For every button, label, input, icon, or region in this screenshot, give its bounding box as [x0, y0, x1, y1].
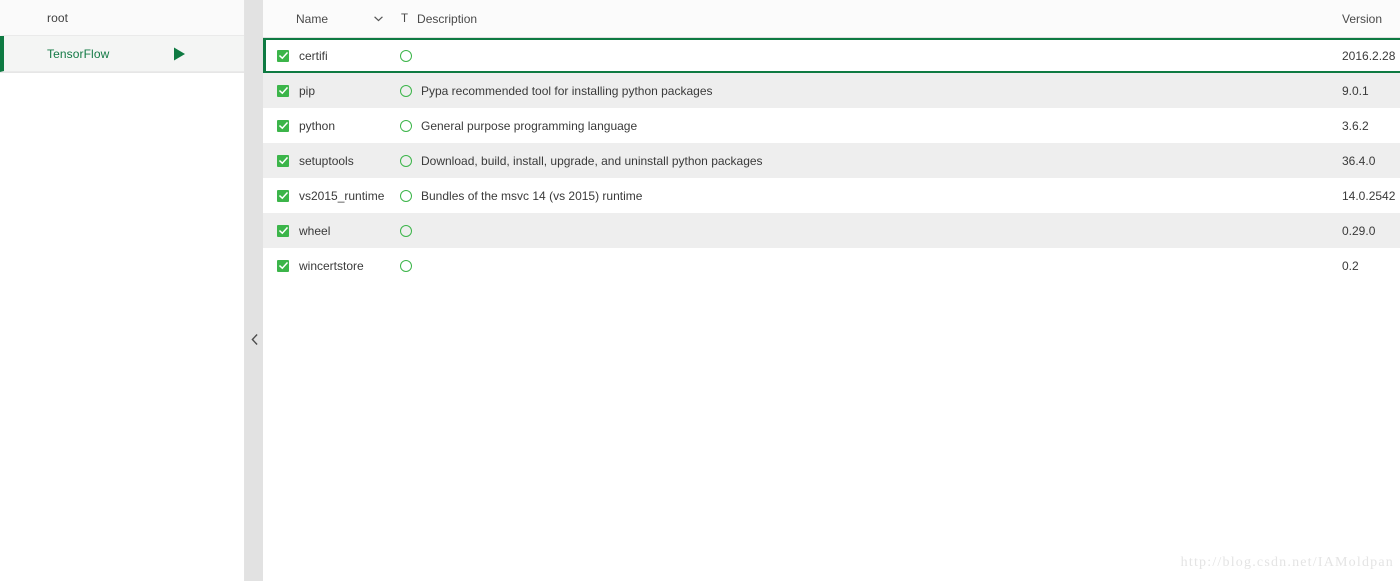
header-row: Name T Description Version — [263, 0, 1400, 38]
package-version-cell: 3.6.2 — [1335, 108, 1400, 143]
package-description-cell: Download, build, install, upgrade, and u… — [392, 143, 1335, 178]
circle-outline-icon[interactable] — [400, 49, 412, 62]
package-version-cell: 9.0.1 — [1335, 73, 1400, 108]
package-version-cell: 0.2 — [1335, 248, 1400, 283]
table-row[interactable]: wincertstore 0.2 — [263, 248, 1400, 283]
checkbox-checked-icon[interactable] — [277, 154, 289, 167]
package-version: 0.29.0 — [1342, 223, 1376, 238]
package-description: Download, build, install, upgrade, and u… — [421, 153, 763, 168]
package-description-cell — [392, 248, 1335, 283]
package-version-cell: 2016.2.28 — [1335, 38, 1400, 74]
table-row[interactable]: vs2015_runtime Bundles of the msvc 14 (vs… — [263, 178, 1400, 213]
package-version-cell: 36.4.0 — [1335, 143, 1400, 178]
package-table-header: Name T Description Version — [263, 0, 1400, 38]
checkbox-checked-icon[interactable] — [277, 189, 289, 202]
checkbox-checked-icon[interactable] — [277, 259, 289, 272]
package-description-cell — [392, 213, 1335, 248]
package-description: Bundles of the msvc 14 (vs 2015) runtime — [421, 188, 643, 203]
play-icon — [170, 9, 188, 27]
environment-list: root TensorFlow — [0, 0, 244, 73]
column-header-description[interactable]: T Description — [392, 0, 1335, 38]
package-name-cell: certifi — [263, 38, 392, 74]
watermark: http://blog.csdn.net/IAMoldpan — [1180, 555, 1394, 570]
circle-outline-icon[interactable] — [400, 119, 412, 132]
package-name-cell: vs2015_runtime — [263, 178, 392, 213]
column-header-name-label: Name — [296, 11, 329, 26]
package-version: 36.4.0 — [1342, 153, 1376, 168]
column-header-name[interactable]: Name — [263, 0, 392, 38]
package-name: vs2015_runtime — [299, 188, 385, 203]
package-name-cell: wincertstore — [263, 248, 392, 283]
circle-outline-icon[interactable] — [400, 259, 412, 272]
package-version: 9.0.1 — [1342, 83, 1369, 98]
sidebar-item-label: root — [47, 10, 69, 25]
table-row[interactable]: certifi 2016.2.28 — [263, 37, 1400, 74]
table-row[interactable]: setuptools Download, build, install, upgr… — [263, 143, 1400, 178]
checkbox-checked-icon[interactable] — [277, 84, 289, 97]
sidebar-item-tensorflow[interactable]: TensorFlow — [0, 36, 244, 72]
table-row[interactable]: wheel 0.29.0 — [263, 213, 1400, 248]
package-name-cell: setuptools — [263, 143, 392, 178]
table-row[interactable]: python General purpose programming langua… — [263, 108, 1400, 143]
package-description-cell: General purpose programming language — [392, 108, 1335, 143]
circle-outline-icon[interactable] — [400, 154, 412, 167]
package-description-cell: Bundles of the msvc 14 (vs 2015) runtime — [392, 178, 1335, 213]
package-description-cell — [392, 38, 1335, 74]
package-version: 3.6.2 — [1342, 118, 1369, 133]
environments-sidebar: root TensorFlow — [0, 0, 245, 581]
package-table: Name T Description Version certifi 2016.… — [263, 0, 1400, 283]
package-description: Pypa recommended tool for installing pyt… — [421, 83, 713, 98]
package-name: setuptools — [299, 153, 354, 168]
sidebar-item-label: TensorFlow — [47, 46, 110, 61]
package-name: certifi — [299, 48, 328, 63]
package-name-cell: wheel — [263, 213, 392, 248]
checkbox-checked-icon[interactable] — [277, 119, 289, 132]
checkbox-checked-icon[interactable] — [277, 49, 289, 62]
package-table-container: Name T Description Version certifi 2016.… — [263, 0, 1400, 581]
column-header-version[interactable]: Version — [1335, 0, 1400, 38]
chevron-left-icon — [250, 333, 258, 345]
package-name-cell: python — [263, 108, 392, 143]
checkbox-checked-icon[interactable] — [277, 224, 289, 237]
package-name: wheel — [299, 223, 331, 238]
app-root: root TensorFlow Name T Description Versi… — [0, 0, 1400, 581]
sidebar-item-root[interactable]: root — [0, 0, 244, 36]
package-version: 14.0.2542 — [1342, 188, 1396, 203]
package-name: pip — [299, 83, 316, 98]
package-description: General purpose programming language — [421, 118, 638, 133]
package-name-cell: pip — [263, 73, 392, 108]
column-header-description-label: Description — [417, 11, 478, 26]
package-version: 0.2 — [1342, 258, 1359, 273]
circle-outline-icon[interactable] — [400, 189, 412, 202]
package-name: wincertstore — [299, 258, 364, 273]
column-header-version-label: Version — [1342, 11, 1383, 26]
package-version: 2016.2.28 — [1342, 48, 1396, 63]
package-version-cell: 0.29.0 — [1335, 213, 1400, 248]
package-version-cell: 14.0.2542 — [1335, 178, 1400, 213]
circle-outline-icon[interactable] — [400, 84, 412, 97]
sidebar-splitter[interactable] — [245, 0, 263, 581]
package-table-body: certifi 2016.2.28 pip Pypa recommended tool… — [263, 37, 1400, 283]
collapse-sidebar-handle[interactable] — [245, 328, 263, 350]
table-row[interactable]: pip Pypa recommended tool for installing … — [263, 73, 1400, 108]
package-description-cell: Pypa recommended tool for installing pyt… — [392, 73, 1335, 108]
play-icon[interactable] — [170, 45, 188, 63]
circle-outline-icon[interactable] — [400, 224, 412, 237]
column-header-type-label: T — [401, 12, 409, 25]
package-name: python — [299, 118, 336, 133]
chevron-down-icon[interactable] — [374, 15, 392, 22]
